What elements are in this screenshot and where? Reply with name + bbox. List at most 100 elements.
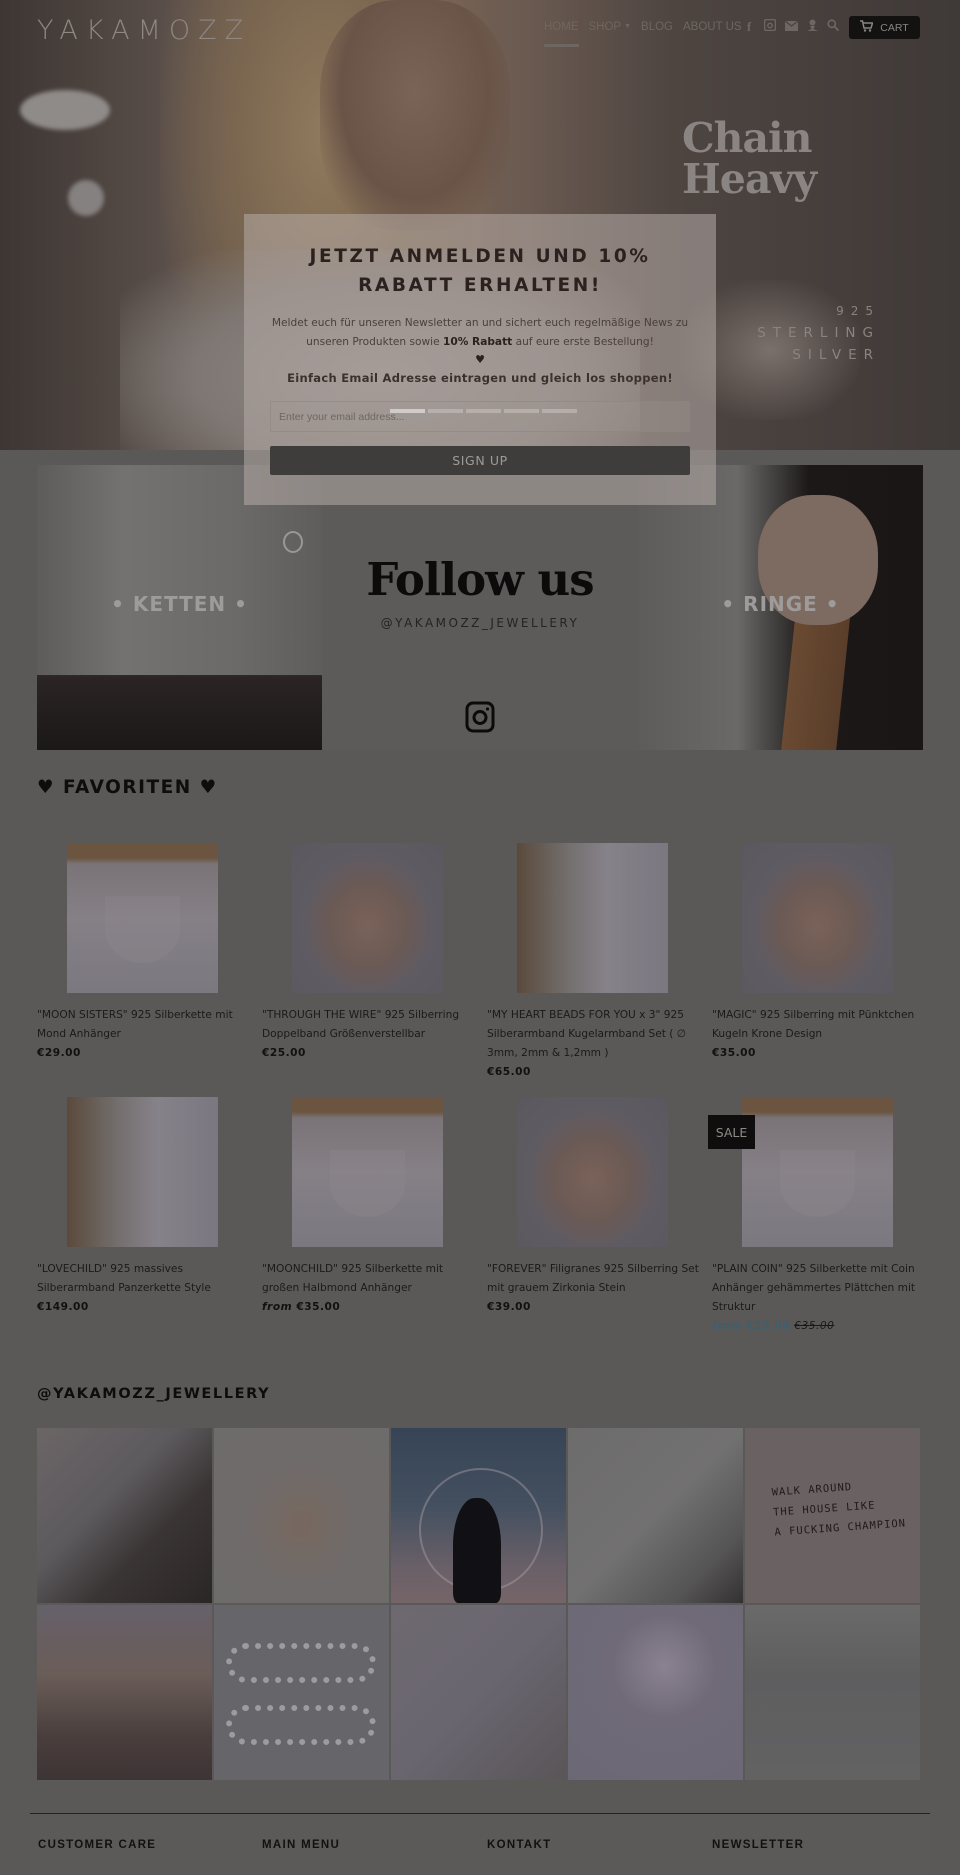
product-card[interactable]: "LOVECHILD" 925 massives Silberarmband P… <box>37 1097 262 1351</box>
product-image[interactable] <box>67 1097 218 1247</box>
product-title[interactable]: "MY HEART BEADS FOR YOU x 3" 925 Silbera… <box>487 1006 702 1063</box>
popup-cta: Einfach Email Adresse eintragen und glei… <box>287 371 673 385</box>
product-image[interactable] <box>292 843 443 993</box>
product-card[interactable]: "FOREVER" Filigranes 925 Silberring Set … <box>487 1097 712 1351</box>
hero-headline-line: Heavy <box>682 155 817 203</box>
popup-description: Meldet euch für unseren Newsletter an un… <box>244 314 716 352</box>
instagram-icon[interactable] <box>763 18 777 35</box>
cart-icon <box>860 20 874 35</box>
product-price: €39.00 <box>487 1301 531 1313</box>
instagram-post[interactable] <box>391 1605 566 1780</box>
product-price: €149.00 <box>37 1301 89 1313</box>
site-logo[interactable]: YAKAMOZZ <box>37 15 251 46</box>
instagram-post[interactable] <box>214 1605 389 1780</box>
header-icons: f <box>743 18 840 35</box>
hero-subline-silver: SILVER <box>792 347 880 363</box>
instagram-post[interactable] <box>391 1428 566 1603</box>
promo-tile-ringe[interactable]: • RINGE • <box>638 465 923 750</box>
hero-headline-line: Chain <box>682 114 812 162</box>
promo-ketten-label: • KETTEN • <box>111 592 248 616</box>
nav-about-us[interactable]: ABOUT US <box>683 21 742 33</box>
nav-shop[interactable]: SHOP ▼ <box>589 21 632 33</box>
heart-icon: ♥ <box>475 353 485 366</box>
product-info: "THROUGH THE WIRE" 925 Silberring Doppel… <box>262 1006 477 1063</box>
newsletter-popup: JETZT ANMELDEN UND 10% RABATT ERHALTEN! … <box>244 214 716 505</box>
product-image[interactable] <box>742 1097 893 1247</box>
product-price: from €25.00 €35.00 <box>712 1317 927 1336</box>
instagram-post[interactable] <box>214 1428 389 1603</box>
cart-label: CART <box>880 21 909 34</box>
product-card[interactable]: "MAGIC" 925 Silberring mit Pünktchen Kug… <box>712 843 937 1097</box>
sign-up-button[interactable]: SIGN UP <box>270 446 690 475</box>
product-title[interactable]: "MOON SISTERS" 925 Silberkette mit Mond … <box>37 1006 252 1044</box>
product-title[interactable]: "MOONCHILD" 925 Silberkette mit großen H… <box>262 1260 477 1298</box>
mail-icon[interactable] <box>784 20 799 35</box>
hero-subline-925: 925 <box>836 304 880 318</box>
instagram-post[interactable] <box>568 1605 743 1780</box>
product-card[interactable]: "MOON SISTERS" 925 Silberkette mit Mond … <box>37 843 262 1097</box>
follow-us-handle: @YAKAMOZZ_JEWELLERY <box>380 616 580 630</box>
footer-heading-customer-care: CUSTOMER CARE <box>38 1839 157 1851</box>
instagram-post-note: WALK AROUND THE HOUSE LIKE A FUCKING CHA… <box>771 1473 907 1542</box>
price-prefix: from <box>262 1301 293 1313</box>
popup-desc-bold: 10% Rabatt <box>443 336 513 348</box>
product-price: €29.00 <box>37 1047 81 1059</box>
hero-headline: Chain Heavy <box>682 114 817 203</box>
footer-heading-main-menu: MAIN MENU <box>262 1839 341 1851</box>
instagram-icon <box>465 701 495 733</box>
product-title[interactable]: "FOREVER" Filigranes 925 Silberring Set … <box>487 1260 702 1298</box>
follow-us-title: Follow us <box>366 553 594 606</box>
nav-shop-label: SHOP <box>588 21 622 33</box>
product-info: "FOREVER" Filigranes 925 Silberring Set … <box>487 1260 702 1317</box>
chain-decor <box>226 1705 376 1745</box>
product-price: €25.00 <box>262 1047 306 1059</box>
hero-subline-sterling: STERLING <box>757 325 880 341</box>
footer-heading-kontakt: KONTAKT <box>487 1839 552 1851</box>
product-title[interactable]: "THROUGH THE WIRE" 925 Silberring Doppel… <box>262 1006 477 1044</box>
product-card[interactable]: "THROUGH THE WIRE" 925 Silberring Doppel… <box>262 843 487 1097</box>
product-card[interactable]: "MY HEART BEADS FOR YOU x 3" 925 Silbera… <box>487 843 712 1097</box>
product-title[interactable]: "PLAIN COIN" 925 Silberkette mit Coin An… <box>712 1260 927 1317</box>
hero-subline: 925 STERLING SILVER <box>757 300 880 366</box>
nav-blog[interactable]: BLOG <box>641 21 673 33</box>
instagram-post[interactable] <box>37 1428 212 1603</box>
product-info: "MAGIC" 925 Silberring mit Pünktchen Kug… <box>712 1006 927 1063</box>
product-image[interactable] <box>292 1097 443 1247</box>
favorites-title: ♥ FAVORITEN ♥ <box>37 777 218 798</box>
hero-lamp-decor <box>20 90 110 130</box>
product-info: "PLAIN COIN" 925 Silberkette mit Coin An… <box>712 1260 927 1336</box>
chain-decor <box>226 1643 376 1683</box>
account-icon[interactable] <box>806 19 818 35</box>
sale-price: €25.00 <box>746 1320 791 1332</box>
main-nav: HOME SHOP ▼ BLOG ABOUT US <box>544 21 752 47</box>
product-info: "MOON SISTERS" 925 Silberkette mit Mond … <box>37 1006 252 1063</box>
product-info: "MY HEART BEADS FOR YOU x 3" 925 Silbera… <box>487 1006 702 1082</box>
product-image[interactable] <box>742 843 893 993</box>
chevron-down-icon: ▼ <box>624 23 632 31</box>
product-info: "LOVECHILD" 925 massives Silberarmband P… <box>37 1260 252 1317</box>
product-grid: "MOON SISTERS" 925 Silberkette mit Mond … <box>37 843 923 1351</box>
product-card[interactable]: SALE "PLAIN COIN" 925 Silberkette mit Co… <box>708 1097 937 1351</box>
nav-home[interactable]: HOME <box>544 21 579 47</box>
product-card[interactable]: "MOONCHILD" 925 Silberkette mit großen H… <box>262 1097 487 1351</box>
instagram-post[interactable] <box>568 1428 743 1603</box>
popup-desc-text: auf eure erste Bestellung! <box>512 336 654 348</box>
product-image[interactable] <box>67 843 218 993</box>
product-image[interactable] <box>517 1097 668 1247</box>
pendant-decor <box>283 531 303 553</box>
facebook-icon[interactable]: f <box>743 19 755 35</box>
product-price: €65.00 <box>487 1066 531 1078</box>
promo-tile-follow-us[interactable]: Follow us @YAKAMOZZ_JEWELLERY <box>322 465 638 750</box>
search-icon[interactable] <box>827 19 840 35</box>
promo-tile-ketten[interactable]: • KETTEN • <box>37 465 322 750</box>
hero-model-face <box>320 0 510 230</box>
product-title[interactable]: "MAGIC" 925 Silberring mit Pünktchen Kug… <box>712 1006 927 1044</box>
instagram-post[interactable] <box>37 1605 212 1780</box>
product-title[interactable]: "LOVECHILD" 925 massives Silberarmband P… <box>37 1260 252 1298</box>
instagram-post[interactable]: WALK AROUND THE HOUSE LIKE A FUCKING CHA… <box>745 1428 920 1603</box>
cart-button[interactable]: CART <box>849 16 920 39</box>
email-input[interactable] <box>270 401 690 432</box>
product-image[interactable] <box>517 843 668 993</box>
footer: CUSTOMER CARE MAIN MENU KONTAKT NEWSLETT… <box>30 1814 930 1875</box>
instagram-post[interactable] <box>745 1605 920 1780</box>
